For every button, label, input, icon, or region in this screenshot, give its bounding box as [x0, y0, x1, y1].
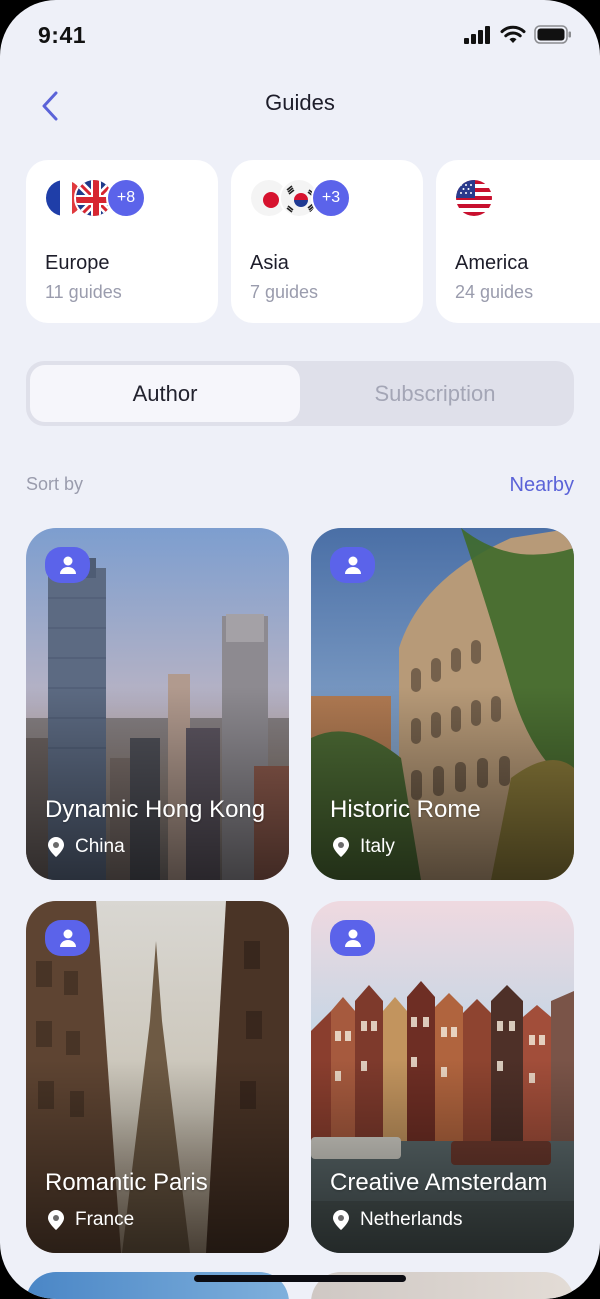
signal-icon — [464, 25, 490, 44]
guide-location: France — [47, 1209, 134, 1231]
tab-subscription[interactable]: Subscription — [300, 365, 570, 422]
location-pin-icon — [48, 1210, 64, 1230]
author-badge — [45, 547, 90, 583]
guide-card-rome[interactable]: Historic Rome Italy — [311, 528, 574, 880]
guide-title: Creative Amsterdam — [330, 1169, 548, 1196]
usa-flag-icon — [454, 178, 494, 218]
status-time: 9:41 — [38, 22, 87, 48]
guide-title: Romantic Paris — [45, 1169, 208, 1196]
location-pin-icon — [48, 837, 64, 857]
guide-title: Dynamic Hong Kong — [45, 796, 266, 823]
more-flags-badge: +8 — [106, 178, 146, 218]
region-card-asia[interactable]: +3 Asia 7 guides — [231, 160, 423, 323]
user-icon — [59, 929, 76, 947]
home-indicator[interactable] — [194, 1275, 406, 1282]
guide-location: Italy — [332, 836, 395, 858]
guide-location-text: China — [75, 836, 125, 857]
guide-location: China — [47, 836, 125, 858]
guide-location-text: France — [75, 1209, 135, 1230]
region-name: America — [455, 252, 529, 274]
author-badge — [330, 547, 375, 583]
segmented-control: Author Subscription — [26, 361, 574, 426]
page-title: Guides — [265, 90, 335, 115]
sort-label: Sort by — [26, 474, 84, 494]
battery-icon — [534, 25, 571, 44]
tab-author[interactable]: Author — [30, 365, 300, 422]
region-carousel[interactable]: +8 Europe 11 guides +3 Asia 7 guides Ame… — [26, 160, 600, 324]
guide-location: Netherlands — [332, 1209, 462, 1231]
region-count: 24 guides — [455, 282, 534, 302]
guide-title: Historic Rome — [330, 796, 481, 823]
region-name: Europe — [45, 252, 110, 274]
region-count: 7 guides — [250, 282, 319, 302]
author-badge — [45, 920, 90, 956]
guide-location-text: Italy — [360, 836, 395, 857]
guide-card-amsterdam[interactable]: Creative Amsterdam Netherlands — [311, 901, 574, 1253]
sort-dropdown[interactable]: Nearby — [510, 474, 574, 497]
guide-card-hong-kong[interactable]: Dynamic Hong Kong China — [26, 528, 289, 880]
wifi-icon — [500, 25, 526, 43]
app-screen: 9:41 Guides +8 Europe 11 guides +3 Asia … — [0, 0, 600, 1299]
region-name: Asia — [250, 252, 289, 274]
region-count: 11 guides — [45, 282, 122, 302]
status-bar: 9:41 — [0, 0, 600, 70]
status-icons — [464, 25, 572, 44]
user-icon — [344, 556, 361, 574]
location-pin-icon — [333, 1210, 349, 1230]
region-card-america[interactable]: America 24 guides — [436, 160, 600, 323]
user-icon — [344, 929, 361, 947]
user-icon — [59, 556, 76, 574]
guide-location-text: Netherlands — [360, 1209, 463, 1230]
more-flags-badge: +3 — [311, 178, 351, 218]
author-badge — [330, 920, 375, 956]
guide-card-paris[interactable]: Romantic Paris France — [26, 901, 289, 1253]
region-card-europe[interactable]: +8 Europe 11 guides — [26, 160, 218, 323]
location-pin-icon — [333, 837, 349, 857]
